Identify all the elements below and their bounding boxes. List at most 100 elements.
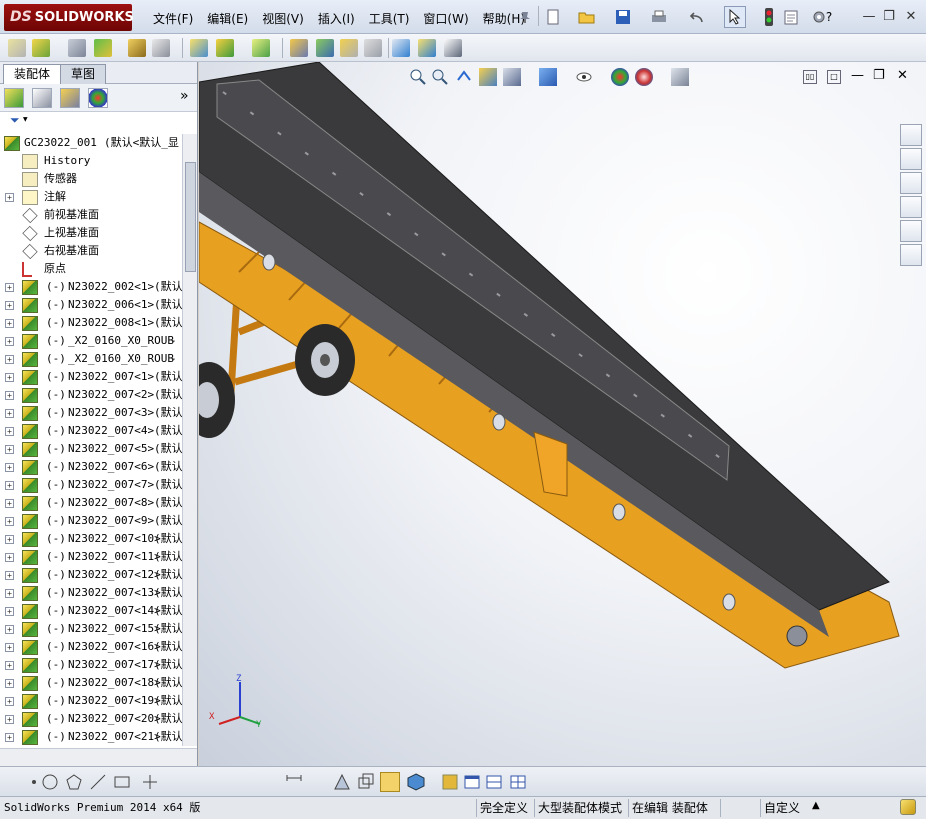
show-hidden-icon[interactable] [190,39,208,57]
tree-component-row[interactable]: + (-) N23022_007<18> (默认 [0,674,182,692]
assembly-features-icon[interactable] [216,39,234,57]
file-explorer-icon[interactable] [900,172,922,194]
expand-toggle[interactable]: + [5,589,14,598]
expand-toggle[interactable]: + [5,733,14,742]
rebuild-status-icon[interactable] [900,799,916,815]
expand-toggle[interactable]: + [5,373,14,382]
undo-icon[interactable] [688,8,706,26]
view-settings-icon[interactable] [671,68,689,86]
expand-toggle[interactable]: + [5,319,14,328]
new-motion-study-icon[interactable] [290,39,308,57]
tree-component-row[interactable]: + (-) N23022_007<2> (默认 [0,386,182,404]
expand-toggle[interactable]: + [5,427,14,436]
display-manager-tab-icon[interactable] [88,88,108,108]
configuration-manager-tab-icon[interactable] [60,88,80,108]
close-button[interactable]: ✕ [902,8,920,26]
expand-toggle[interactable]: + [5,337,14,346]
view-palette-icon[interactable] [900,196,922,218]
tree-component-row[interactable]: + (-) N23022_007<12> (默认 [0,566,182,584]
line-icon[interactable] [88,772,108,792]
tree-item-plane[interactable]: 前视基准面 [0,206,182,224]
zoom-to-fit-icon[interactable] [409,68,427,86]
move-component-icon[interactable] [152,39,170,57]
menu-file[interactable]: 文件(F) [146,8,200,29]
tree-component-row[interactable]: + (-) _X2_0160_X0_ROUB - [0,350,182,368]
previous-view-icon[interactable] [455,68,473,86]
property-manager-tab-icon[interactable] [32,88,52,108]
mate-icon[interactable] [32,39,50,57]
expand-toggle[interactable]: + [5,625,14,634]
expand-toggle[interactable]: + [5,571,14,580]
expand-toggle[interactable]: + [5,445,14,454]
expand-toggle[interactable]: + [5,661,14,670]
design-library-icon[interactable] [900,148,922,170]
tree-component-row[interactable]: + (-) N23022_007<21> (默认 [0,728,182,746]
expand-toggle[interactable]: + [5,463,14,472]
tree-component-row[interactable]: + (-) N23022_007<5> (默认 [0,440,182,458]
tree-component-row[interactable]: + (-) N23022_007<16> (默认 [0,638,182,656]
menu-edit[interactable]: 编辑(E) [200,8,255,29]
expand-toggle[interactable]: + [5,643,14,652]
doc-minimize-button[interactable]: — [851,68,864,83]
open-folder-icon[interactable] [578,8,596,26]
graphics-area[interactable]: ▯▯ □ — ❐ ✕ Z X Y [199,62,926,766]
conveyor-model[interactable] [199,62,926,766]
tree-component-row[interactable]: + (-) N23022_007<1> (默认 [0,368,182,386]
doc-restore-button[interactable]: ❐ [873,68,885,83]
expand-chevron[interactable]: » [180,88,189,104]
expand-toggle[interactable]: + [5,193,14,202]
window-split-icon[interactable] [484,772,504,792]
exploded-view-icon[interactable] [340,39,358,57]
menu-insert[interactable]: 插入(I) [311,8,362,29]
hide-show-items-icon[interactable] [575,68,593,86]
rebuild-traffic-light-icon[interactable] [760,8,778,26]
tree-component-row[interactable]: + (-) N23022_007<10> (默认 [0,530,182,548]
menu-view[interactable]: 视图(V) [255,8,311,29]
insert-component-icon[interactable] [8,39,26,57]
units-selector[interactable]: 自定义 [760,799,803,817]
single-view-icon[interactable]: □ [827,70,841,84]
window-single-icon[interactable] [462,772,482,792]
menu-tools[interactable]: 工具(T) [362,8,417,29]
doc-close-button[interactable]: ✕ [897,68,908,83]
expand-toggle[interactable]: + [5,679,14,688]
units-dropdown-icon[interactable]: ▲ [812,800,820,811]
solidworks-logo[interactable]: DS SOLIDWORKS [4,4,134,31]
tree-component-row[interactable]: + (-) N23022_007<9> (默认 [0,512,182,530]
select-pointer-icon[interactable] [724,6,746,28]
reference-geometry-icon[interactable] [252,39,270,57]
paperclip-icon[interactable] [68,39,86,57]
dimension-icon[interactable] [284,772,304,792]
expand-toggle[interactable]: + [5,553,14,562]
edit-appearance-icon[interactable] [611,68,629,86]
tree-component-row[interactable]: + (-) N23022_007<6> (默认 [0,458,182,476]
tree-component-row[interactable]: + (-) N23022_007<20> (默认 [0,710,182,728]
apply-scene-icon[interactable] [635,68,653,86]
explode-line-sketch-icon[interactable] [364,39,382,57]
tree-root[interactable]: GC23022_001 (默认<默认_显 [0,134,182,152]
expand-toggle[interactable]: + [5,301,14,310]
zoom-to-area-icon[interactable] [431,68,449,86]
tree-component-row[interactable]: + (-) N23022_007<8> (默认 [0,494,182,512]
scroll-thumb[interactable] [185,162,196,272]
tree-component-row[interactable]: + (-) N23022_007<3> (默认 [0,404,182,422]
filter-funnel-icon[interactable]: ⏷ [10,113,20,128]
custom-properties-icon[interactable] [900,244,922,266]
rectangle-icon[interactable] [112,772,132,792]
trim-icon[interactable] [140,772,160,792]
window-table-icon[interactable] [508,772,528,792]
tree-component-row[interactable]: + (-) N23022_008<1> (默认 [0,314,182,332]
tree-component-row[interactable]: + (-) N23022_007<11> (默认 [0,548,182,566]
restore-button[interactable]: ❐ [880,8,898,26]
tree-component-row[interactable]: + (-) N23022_007<13> (默认 [0,584,182,602]
tree-item-history[interactable]: History [0,152,182,170]
smart-fasteners-icon[interactable] [128,39,146,57]
view-orientation-icon[interactable] [503,68,521,86]
help-question-icon[interactable]: ? [820,8,838,26]
expand-toggle[interactable]: + [5,607,14,616]
expand-toggle[interactable]: + [5,409,14,418]
feature-manager-tab-icon[interactable] [4,88,24,108]
tree-item-annotation[interactable]: + 注解 [0,188,182,206]
cube-wireframe-icon[interactable] [356,772,376,792]
tree-component-row[interactable]: + (-) N23022_002<1> (默认 [0,278,182,296]
